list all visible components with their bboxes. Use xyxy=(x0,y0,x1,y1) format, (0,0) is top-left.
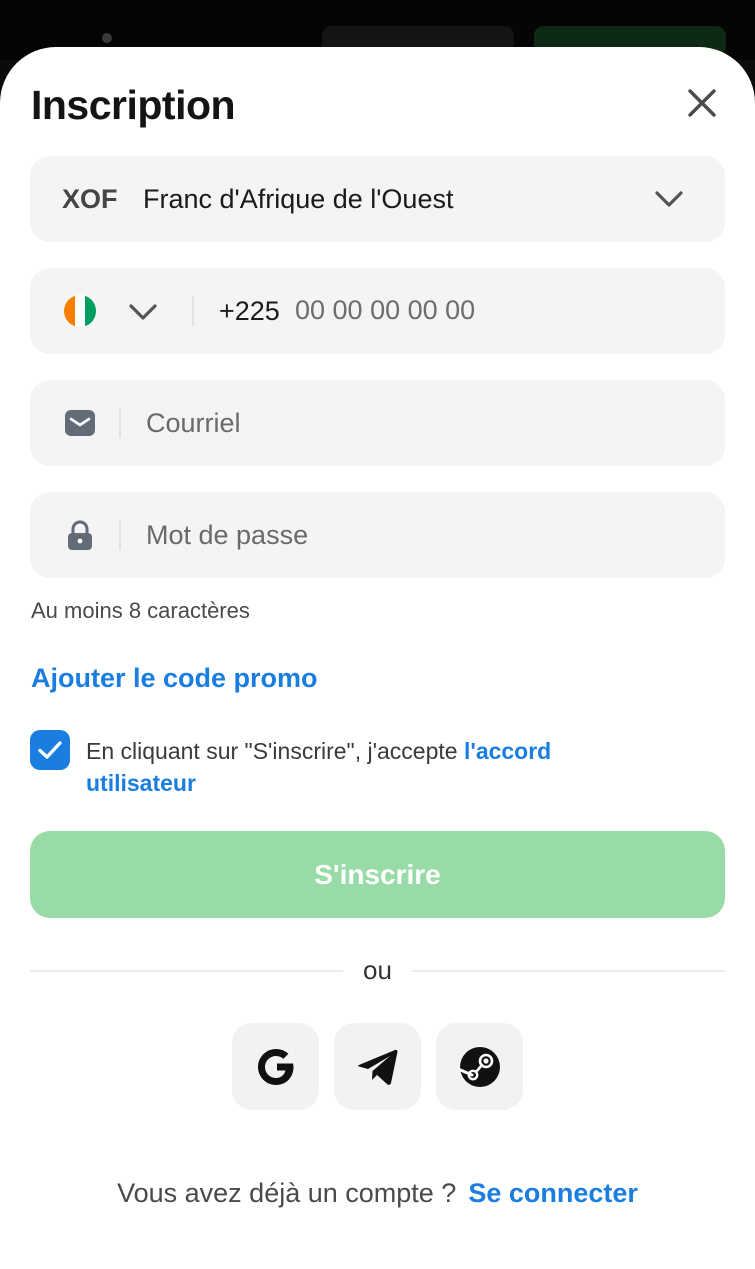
registration-sheet: Inscription XOF Franc d'Afrique de l'Oue… xyxy=(0,47,755,1269)
terms-checkbox[interactable] xyxy=(30,730,70,770)
password-hint: Au moins 8 caractères xyxy=(31,598,250,623)
telegram-login-button[interactable] xyxy=(334,1023,421,1110)
chevron-down-icon xyxy=(655,191,683,207)
email-field xyxy=(30,380,725,466)
lock-icon xyxy=(68,520,92,550)
login-question: Vous avez déjà un compte ? xyxy=(117,1178,457,1208)
login-link[interactable]: Se connecter xyxy=(468,1178,638,1208)
add-promo-code-link[interactable]: Ajouter le code promo xyxy=(31,663,318,694)
currency-select[interactable]: XOF Franc d'Afrique de l'Ouest xyxy=(30,156,725,242)
field-divider xyxy=(119,520,121,550)
login-prompt: Vous avez déjà un compte ? Se connecter xyxy=(0,1178,755,1209)
phone-field: +225 xyxy=(30,268,725,354)
or-separator: ou xyxy=(363,955,392,985)
field-divider xyxy=(119,408,121,438)
field-divider xyxy=(192,296,194,326)
close-icon[interactable] xyxy=(684,85,720,121)
terms-label: En cliquant sur "S'inscrire", j'accepte xyxy=(86,738,464,764)
checkmark-icon xyxy=(38,741,62,759)
password-input[interactable] xyxy=(146,514,686,556)
page-title: Inscription xyxy=(31,82,236,128)
cote-divoire-flag-icon[interactable] xyxy=(64,295,96,327)
divider-line xyxy=(412,970,725,972)
register-button[interactable]: S'inscrire xyxy=(30,831,725,918)
terms-text: En cliquant sur "S'inscrire", j'accepte … xyxy=(86,735,666,799)
steam-login-button[interactable] xyxy=(436,1023,523,1110)
telegram-icon xyxy=(358,1049,398,1085)
envelope-icon xyxy=(65,410,95,436)
phone-prefix: +225 xyxy=(219,296,280,326)
google-login-button[interactable] xyxy=(232,1023,319,1110)
password-field xyxy=(30,492,725,578)
steam-icon xyxy=(459,1047,500,1087)
email-input[interactable] xyxy=(146,402,686,444)
currency-name: Franc d'Afrique de l'Ouest xyxy=(143,184,454,214)
currency-code: XOF xyxy=(62,184,118,214)
google-icon xyxy=(258,1049,294,1085)
divider-line xyxy=(30,970,343,972)
country-chevron-down-icon[interactable] xyxy=(128,301,158,323)
phone-input[interactable] xyxy=(295,290,695,330)
background-dot xyxy=(102,33,112,43)
